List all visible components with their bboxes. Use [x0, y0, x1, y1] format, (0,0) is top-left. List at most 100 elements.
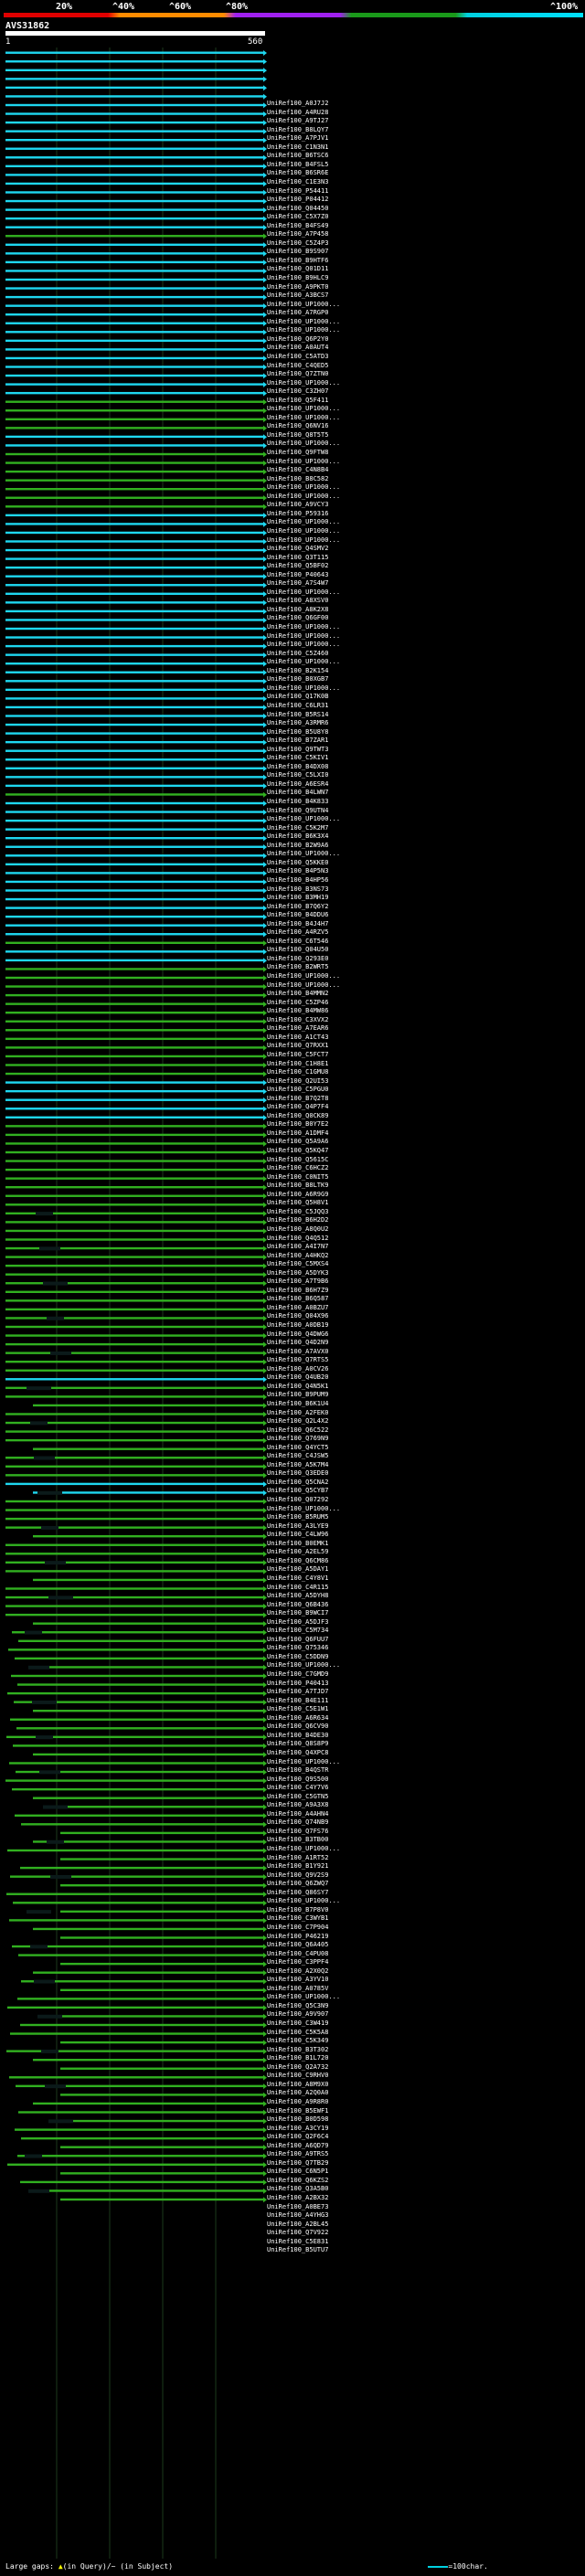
alignment-bar[interactable]	[33, 1927, 263, 1931]
alignment-bar[interactable]	[33, 2189, 263, 2192]
hit-label[interactable]: UniRef100_Q6FUU7	[267, 1636, 585, 1643]
alignment-bar[interactable]	[5, 1779, 263, 1782]
alignment-bar[interactable]	[5, 845, 263, 848]
alignment-bar[interactable]	[5, 1203, 263, 1206]
hit-label[interactable]: UniRef100_B7P8V0	[267, 1906, 585, 1913]
hit-label[interactable]: UniRef100_Q01D11	[267, 265, 585, 272]
alignment-bar[interactable]	[5, 1055, 263, 1058]
alignment-bar[interactable]	[60, 1910, 263, 1913]
alignment-bar[interactable]	[60, 1806, 263, 1808]
hit-label[interactable]: UniRef100_C6T546	[267, 938, 585, 945]
alignment-bar[interactable]	[9, 1762, 263, 1765]
alignment-bar[interactable]	[5, 619, 263, 621]
hit-label[interactable]: UniRef100_A0BZU7	[267, 1304, 585, 1311]
alignment-bar[interactable]	[5, 1369, 263, 1372]
hit-label[interactable]: UniRef100_A8XSV0	[267, 597, 585, 604]
alignment-bar[interactable]	[60, 2094, 263, 2096]
alignment-bar[interactable]	[5, 252, 263, 255]
hit-label[interactable]: UniRef100_B2K154	[267, 667, 585, 674]
hit-label[interactable]: UniRef100_C6LR31	[267, 702, 585, 709]
hit-label[interactable]: UniRef100_A0J7J2	[267, 100, 585, 107]
alignment-bar[interactable]	[5, 1029, 263, 1032]
alignment-bar[interactable]	[60, 2067, 263, 2070]
alignment-bar[interactable]	[5, 409, 263, 412]
hit-label[interactable]: UniRef100_UP1000...	[267, 458, 585, 465]
alignment-bar[interactable]	[5, 260, 263, 264]
alignment-bar[interactable]	[5, 592, 263, 595]
hit-label[interactable]: UniRef100_A7PJV1	[267, 134, 585, 142]
hit-label[interactable]: UniRef100_C0NIT5	[267, 1173, 585, 1181]
alignment-bar[interactable]	[7, 1691, 263, 1695]
alignment-bar[interactable]	[60, 1884, 263, 1887]
alignment-bar[interactable]	[5, 1395, 263, 1398]
hit-label[interactable]: UniRef100_P04412	[267, 196, 585, 203]
alignment-bar[interactable]	[5, 69, 263, 71]
hit-label[interactable]: UniRef100_B6TSC6	[267, 152, 585, 159]
hit-label[interactable]: UniRef100_A7S4W7	[267, 579, 585, 587]
hit-label[interactable]: UniRef100_P59316	[267, 510, 585, 517]
hit-label[interactable]: UniRef100_UP1000...	[267, 972, 585, 980]
hit-label[interactable]: UniRef100_C5M734	[267, 1627, 585, 1634]
hit-label[interactable]: UniRef100_Q4SMV2	[267, 545, 585, 552]
hit-label[interactable]: UniRef100_Q04450	[267, 205, 585, 212]
hit-label[interactable]: UniRef100_Q5BF02	[267, 562, 585, 569]
hit-label[interactable]: UniRef100_A0DB19	[267, 1321, 585, 1329]
hit-label[interactable]: UniRef100_UP1000...	[267, 301, 585, 308]
hit-label[interactable]: UniRef100_Q4UB20	[267, 1373, 585, 1381]
alignment-bar[interactable]	[5, 374, 263, 377]
hit-label[interactable]: UniRef100_Q7TB29	[267, 2159, 585, 2167]
alignment-bar[interactable]	[60, 1831, 263, 1835]
hit-label[interactable]: UniRef100_Q5H8V1	[267, 1199, 585, 1206]
hit-label[interactable]: UniRef100_A9PKT0	[267, 283, 585, 291]
hit-label[interactable]: UniRef100_A3BCS7	[267, 292, 585, 299]
alignment-bar[interactable]	[5, 819, 263, 822]
hit-label[interactable]: UniRef100_Q6ZWQ7	[267, 1880, 585, 1887]
hit-label[interactable]: UniRef100_Q75346	[267, 1644, 585, 1651]
alignment-bar[interactable]	[5, 1186, 263, 1189]
alignment-bar[interactable]	[5, 767, 263, 769]
alignment-bar[interactable]	[17, 1683, 263, 1686]
hit-label[interactable]: UniRef100_B3T302	[267, 2046, 585, 2053]
alignment-bar[interactable]	[5, 435, 263, 439]
alignment-bar[interactable]	[5, 1308, 263, 1311]
hit-label[interactable]: UniRef100_A5DJF3	[267, 1618, 585, 1626]
hit-label[interactable]: UniRef100_A7T9B6	[267, 1277, 585, 1285]
hit-label[interactable]: UniRef100_Q7RTS5	[267, 1356, 585, 1363]
hit-label[interactable]: UniRef100_B2W9A6	[267, 842, 585, 849]
alignment-bar[interactable]	[5, 915, 263, 918]
alignment-bar[interactable]	[33, 1753, 263, 1756]
hit-label[interactable]: UniRef100_B6K3X4	[267, 832, 585, 840]
alignment-bar[interactable]	[5, 60, 263, 63]
hit-label[interactable]: UniRef100_C5KIV1	[267, 754, 585, 761]
alignment-bar[interactable]	[17, 1998, 263, 2000]
alignment-bar[interactable]	[5, 784, 263, 788]
alignment-bar[interactable]	[5, 1561, 263, 1564]
alignment-bar[interactable]	[9, 2076, 263, 2079]
hit-label[interactable]: UniRef100_Q6NV16	[267, 422, 585, 429]
hit-label[interactable]: UniRef100_A3RMR6	[267, 719, 585, 726]
alignment-bar[interactable]	[5, 164, 263, 168]
alignment-bar[interactable]	[33, 1535, 263, 1538]
hit-label[interactable]: UniRef100_UP1000...	[267, 588, 585, 596]
alignment-bar[interactable]	[60, 2172, 263, 2175]
hit-label[interactable]: UniRef100_A4I7N7	[267, 1243, 585, 1250]
hit-label[interactable]: UniRef100_C5JQQ3	[267, 1208, 585, 1215]
hit-label[interactable]: UniRef100_B3NS73	[267, 885, 585, 893]
alignment-bar[interactable]	[13, 1744, 263, 1747]
hit-label[interactable]: UniRef100_C4N8B4	[267, 466, 585, 473]
hit-label[interactable]: UniRef100_Q4P7F4	[267, 1103, 585, 1110]
alignment-bar[interactable]	[5, 418, 263, 420]
alignment-bar[interactable]	[5, 243, 263, 246]
hit-label[interactable]: UniRef100_A2Q0A0	[267, 2089, 585, 2096]
alignment-bar[interactable]	[5, 156, 263, 159]
hit-label[interactable]: UniRef100_B3MH19	[267, 894, 585, 901]
alignment-bar[interactable]	[5, 1089, 263, 1093]
hit-label[interactable]: UniRef100_Q3EDE0	[267, 1469, 585, 1477]
alignment-bar[interactable]	[18, 2111, 263, 2114]
alignment-bar[interactable]	[5, 811, 263, 813]
alignment-bar[interactable]	[5, 889, 263, 892]
hit-label[interactable]: UniRef100_A2BL45	[267, 2221, 585, 2228]
hit-label[interactable]: UniRef100_Q7ZTN0	[267, 370, 585, 377]
alignment-bar[interactable]	[5, 993, 263, 997]
hit-label[interactable]: UniRef100_A7AVX0	[267, 1348, 585, 1355]
